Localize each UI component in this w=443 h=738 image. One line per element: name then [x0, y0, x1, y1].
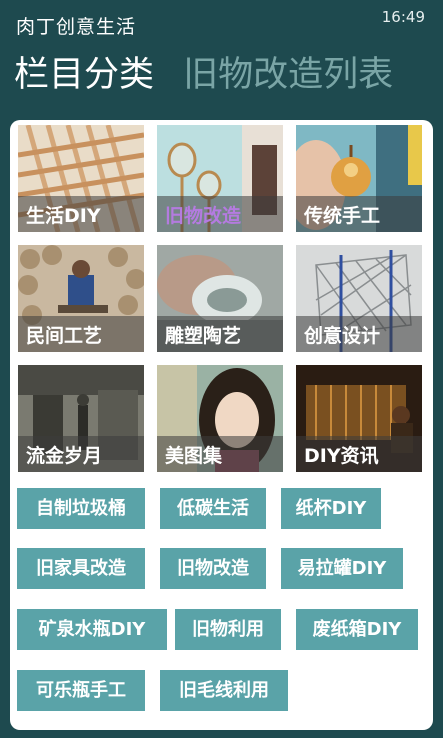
tag-homemade-trash-can[interactable]: 自制垃圾桶: [17, 488, 145, 529]
tile-golden-years[interactable]: 流金岁月: [18, 365, 144, 472]
tag-carton-diy[interactable]: 废纸箱DIY: [296, 609, 418, 650]
pivot-tab-upcycle-list[interactable]: 旧物改造列表: [183, 52, 393, 98]
tile-folk-art[interactable]: 民间工艺: [18, 245, 144, 352]
content-panel: 生活DIY 旧物改造 传统手工 民间工艺 雕塑陶艺 创意设计 流金岁月 美图集 …: [10, 120, 433, 730]
app-title: 肉丁创意生活: [16, 16, 137, 38]
tile-label: 美图集: [165, 445, 223, 467]
tag-water-bottle-diy[interactable]: 矿泉水瓶DIY: [17, 609, 167, 650]
tag-upcycle[interactable]: 旧物改造: [160, 548, 266, 589]
tile-photo-gallery[interactable]: 美图集: [157, 365, 283, 472]
tag-reuse-old-items[interactable]: 旧物利用: [175, 609, 281, 650]
tile-creative-design[interactable]: 创意设计: [296, 245, 422, 352]
tile-label: 生活DIY: [26, 205, 101, 227]
tag-can-diy[interactable]: 易拉罐DIY: [281, 548, 403, 589]
tile-upcycle[interactable]: 旧物改造: [157, 125, 283, 232]
tile-life-diy[interactable]: 生活DIY: [18, 125, 144, 232]
tag-cola-bottle-craft[interactable]: 可乐瓶手工: [17, 670, 145, 711]
tag-old-yarn-reuse[interactable]: 旧毛线利用: [160, 670, 288, 711]
tag-paper-cup-diy[interactable]: 纸杯DIY: [281, 488, 381, 529]
tile-label: 创意设计: [304, 325, 381, 347]
tag-low-carbon-life[interactable]: 低碳生活: [160, 488, 266, 529]
tile-label: DIY资讯: [304, 445, 379, 467]
tag-old-furniture[interactable]: 旧家具改造: [17, 548, 145, 589]
pivot-header: 栏目分类 旧物改造列表: [14, 52, 411, 98]
status-clock: 16:49: [381, 8, 425, 26]
tile-label: 流金岁月: [26, 445, 103, 467]
tile-sculpture-pottery[interactable]: 雕塑陶艺: [157, 245, 283, 352]
tile-label: 民间工艺: [26, 325, 103, 347]
tile-diy-news[interactable]: DIY资讯: [296, 365, 422, 472]
tile-traditional-craft[interactable]: 传统手工: [296, 125, 422, 232]
tile-label: 雕塑陶艺: [165, 325, 242, 347]
pivot-tab-categories[interactable]: 栏目分类: [14, 52, 154, 98]
tile-label: 传统手工: [304, 205, 381, 227]
tile-label: 旧物改造: [165, 205, 242, 227]
